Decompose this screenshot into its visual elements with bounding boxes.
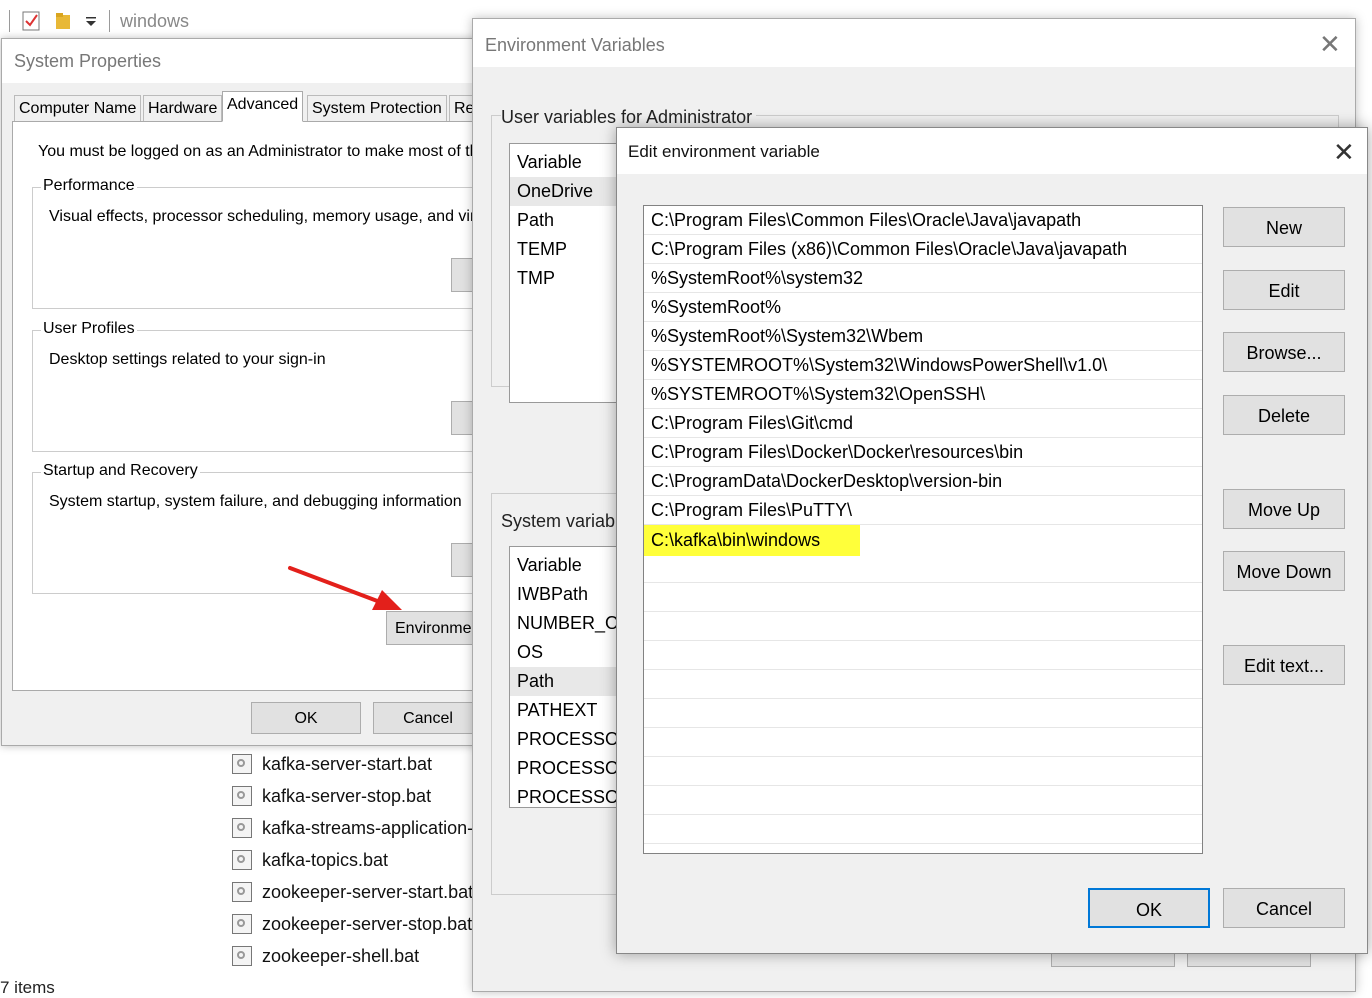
empty-path-row[interactable]: [644, 670, 1202, 699]
edit-button[interactable]: Edit: [1223, 270, 1345, 310]
path-entry[interactable]: %SystemRoot%\System32\Wbem: [644, 322, 1202, 351]
close-icon[interactable]: ✕: [1319, 29, 1341, 60]
path-entry[interactable]: %SystemRoot%\system32: [644, 264, 1202, 293]
group-description: System startup, system failure, and debu…: [49, 493, 462, 510]
empty-path-row[interactable]: [644, 612, 1202, 641]
batch-file-icon: [232, 754, 252, 774]
explorer-window-title: windows: [120, 11, 190, 31]
batch-file-icon: [232, 914, 252, 934]
system-properties-window: System Properties Computer Name Hardware…: [1, 38, 481, 746]
tab-hardware[interactable]: Hardware: [143, 95, 223, 121]
path-entry[interactable]: C:\kafka\bin\windows: [644, 525, 1202, 556]
status-item-count: 7 items: [0, 978, 55, 997]
user-variables-heading: User variables for Administrator: [501, 107, 757, 128]
window-title: System Properties: [14, 51, 162, 71]
path-list[interactable]: C:\Program Files\Common Files\Oracle\Jav…: [643, 205, 1203, 854]
file-name: kafka-topics.bat: [262, 849, 389, 870]
file-item[interactable]: kafka-streams-application-: [232, 813, 473, 843]
window-title: Environment Variables: [485, 35, 665, 55]
tab-advanced[interactable]: Advanced: [222, 91, 304, 122]
edit-text-button[interactable]: Edit text...: [1223, 645, 1345, 685]
path-entry[interactable]: C:\Program Files (x86)\Common Files\Orac…: [644, 235, 1202, 264]
file-name: zookeeper-shell.bat: [262, 945, 420, 966]
ok-button[interactable]: OK: [1088, 888, 1210, 928]
browse-button[interactable]: Browse...: [1223, 332, 1345, 372]
cancel-button[interactable]: Cancel: [373, 702, 480, 734]
new-button[interactable]: New: [1223, 207, 1345, 247]
move-down-button[interactable]: Move Down: [1223, 551, 1345, 591]
group-label: Startup and Recovery: [41, 462, 200, 480]
startup-recovery-group: Startup and Recovery System startup, sys…: [32, 462, 480, 594]
path-entry[interactable]: %SYSTEMROOT%\System32\WindowsPowerShell\…: [644, 351, 1202, 380]
empty-path-row[interactable]: [644, 699, 1202, 728]
file-item[interactable]: kafka-server-start.bat: [232, 749, 432, 779]
file-item[interactable]: zookeeper-server-start.bat: [232, 877, 473, 907]
path-entry[interactable]: C:\ProgramData\DockerDesktop\version-bin: [644, 467, 1202, 496]
move-up-button[interactable]: Move Up: [1223, 489, 1345, 529]
group-description: Desktop settings related to your sign-in: [49, 351, 326, 368]
dialog-title: Edit environment variable: [628, 142, 820, 161]
path-entry[interactable]: C:\Program Files\Docker\Docker\resources…: [644, 438, 1202, 467]
empty-path-row[interactable]: [644, 786, 1202, 815]
path-entry[interactable]: %SYSTEMROOT%\System32\OpenSSH\: [644, 380, 1202, 409]
batch-file-icon: [232, 818, 252, 838]
file-name: kafka-server-stop.bat: [262, 785, 432, 806]
group-description: Visual effects, processor scheduling, me…: [49, 208, 480, 225]
empty-path-row[interactable]: [644, 815, 1202, 844]
group-label: User Profiles: [41, 320, 137, 338]
user-profiles-group: User Profiles Desktop settings related t…: [32, 320, 480, 452]
batch-file-icon: [232, 946, 252, 966]
group-label: Performance: [41, 177, 137, 195]
performance-group: Performance Visual effects, processor sc…: [32, 177, 480, 309]
path-entry[interactable]: %SystemRoot%: [644, 293, 1202, 322]
path-entry[interactable]: C:\Program Files\PuTTY\: [644, 496, 1202, 525]
file-name: kafka-server-start.bat: [262, 753, 433, 774]
close-icon[interactable]: ✕: [1333, 137, 1355, 168]
file-item[interactable]: kafka-topics.bat: [232, 845, 388, 875]
ok-button[interactable]: OK: [251, 702, 361, 734]
edit-environment-variable-dialog: Edit environment variable ✕ C:\Program F…: [616, 127, 1368, 954]
file-item[interactable]: zookeeper-server-stop.bat: [232, 909, 472, 939]
cancel-button[interactable]: Cancel: [1223, 888, 1345, 928]
tab-computer-name[interactable]: Computer Name: [14, 95, 142, 121]
batch-file-icon: [232, 786, 252, 806]
properties-icon[interactable]: [22, 10, 42, 32]
empty-path-row[interactable]: [644, 728, 1202, 757]
admin-notice: You must be logged on as an Administrato…: [38, 143, 479, 160]
file-name: zookeeper-server-stop.bat: [262, 913, 473, 934]
batch-file-icon: [232, 850, 252, 870]
file-item[interactable]: kafka-server-stop.bat: [232, 781, 431, 811]
path-entry[interactable]: C:\Program Files\Common Files\Oracle\Jav…: [644, 206, 1202, 235]
file-name: zookeeper-server-start.bat: [262, 881, 474, 902]
empty-path-row[interactable]: [644, 554, 1202, 583]
empty-path-row[interactable]: [644, 583, 1202, 612]
customize-toolbar-icon[interactable]: [85, 16, 97, 28]
system-variables-heading: System variable: [501, 511, 630, 531]
path-entry[interactable]: C:\Program Files\Git\cmd: [644, 409, 1202, 438]
empty-path-row[interactable]: [644, 641, 1202, 670]
empty-path-row[interactable]: [644, 757, 1202, 786]
annotation-arrow-icon: [288, 566, 402, 610]
file-name: kafka-streams-application-: [262, 817, 474, 838]
file-item[interactable]: zookeeper-shell.bat: [232, 941, 419, 971]
folder-icon[interactable]: [55, 12, 73, 30]
explorer-toolbar: windows: [0, 0, 480, 40]
toolbar-separator: [9, 10, 10, 32]
batch-file-icon: [232, 882, 252, 902]
toolbar-separator: [109, 10, 110, 32]
tab-system-protection[interactable]: System Protection: [307, 95, 447, 121]
delete-button[interactable]: Delete: [1223, 395, 1345, 435]
